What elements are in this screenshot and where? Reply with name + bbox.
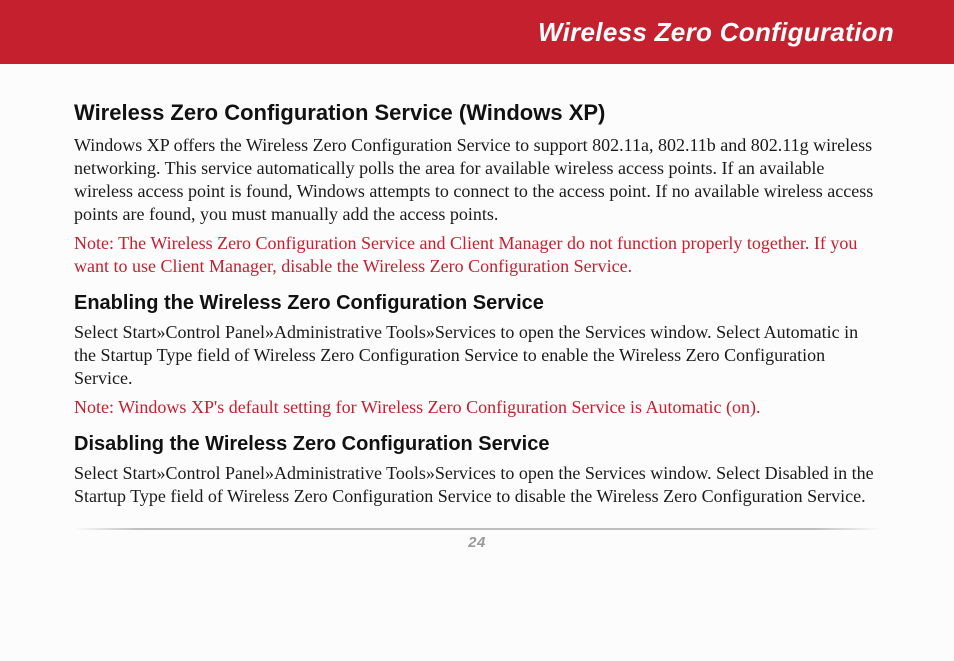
section-note-enable: Note: Windows XP's default setting for W… [74,396,880,419]
footer-rule [74,528,880,530]
section-heading-enable: Enabling the Wireless Zero Configuration… [74,292,880,315]
header-title: Wireless Zero Configuration [538,17,894,48]
header-banner: Wireless Zero Configuration [0,0,954,64]
section-heading-main: Wireless Zero Configuration Service (Win… [74,100,880,126]
section-note-main: Note: The Wireless Zero Configuration Se… [74,232,880,278]
section-body-main: Windows XP offers the Wireless Zero Conf… [74,134,880,226]
page-content: Wireless Zero Configuration Service (Win… [0,64,954,508]
page-number: 24 [0,534,954,551]
page-footer: 24 [0,528,954,551]
section-body-disable: Select Start»Control Panel»Administrativ… [74,462,880,508]
section-heading-disable: Disabling the Wireless Zero Configuratio… [74,433,880,456]
section-body-enable: Select Start»Control Panel»Administrativ… [74,321,880,390]
